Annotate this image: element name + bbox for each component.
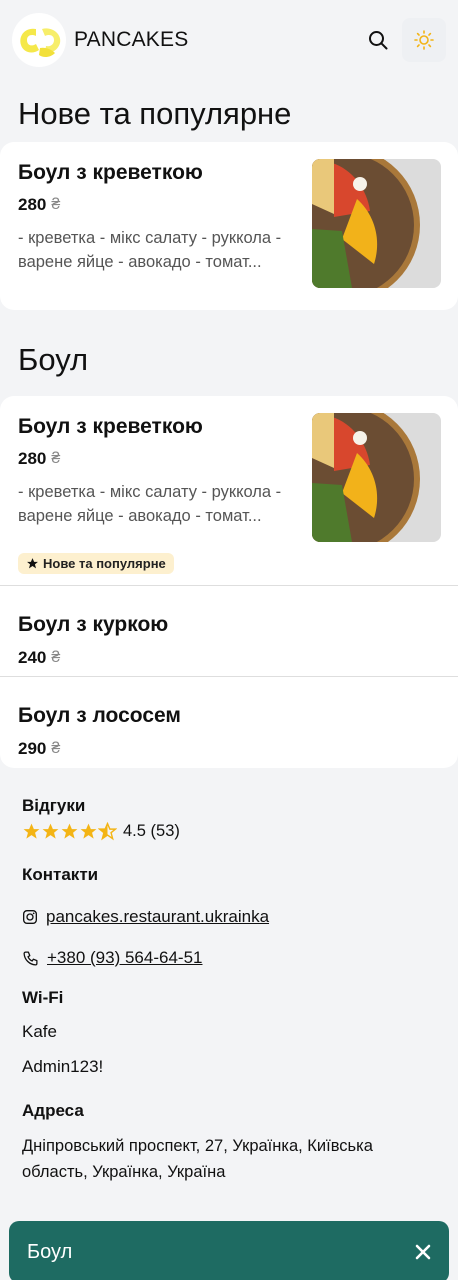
popular-badge: Нове та популярне: [18, 553, 174, 574]
header: PANCAKES: [0, 0, 458, 80]
currency-symbol: ₴: [51, 649, 61, 666]
instagram-link[interactable]: pancakes.restaurant.ukrainka: [46, 907, 269, 927]
item-name: Боул з креветкою: [18, 161, 203, 184]
rating-stars: [22, 822, 117, 841]
item-description: - креветка - мікс салату - руккола - вар…: [18, 229, 282, 271]
instagram-icon: [23, 910, 37, 924]
item-price: 290 ₴: [18, 739, 61, 758]
section-title-popular: Нове та популярне: [18, 96, 292, 131]
item-image: [312, 159, 441, 288]
category-bar-label: Боул: [27, 1240, 73, 1263]
currency-symbol: ₴: [51, 196, 61, 213]
address-text: Дніпровський проспект, 27, Українка, Киї…: [22, 1137, 373, 1181]
address-title: Адреса: [22, 1101, 84, 1120]
search-button[interactable]: [356, 18, 400, 62]
category-bar[interactable]: Боул: [9, 1221, 449, 1280]
instagram-contact: pancakes.restaurant.ukrainka: [22, 907, 436, 927]
item-price: 280 ₴: [18, 449, 61, 468]
star-icon: [61, 823, 78, 839]
star-half-icon: [98, 822, 117, 841]
list-item[interactable]: Боул з лососем 290 ₴: [0, 677, 458, 768]
phone-icon: [23, 950, 38, 966]
item-name: Боул з лососем: [18, 704, 181, 727]
wifi-name: Kafe: [22, 1022, 57, 1041]
phone-contact: +380 (93) 564-64-51: [22, 948, 436, 968]
item-price: 280 ₴: [18, 195, 61, 214]
rating-text: 4.5 (53): [123, 822, 180, 840]
section-title-bowl: Боул: [18, 342, 89, 377]
search-icon: [369, 31, 388, 50]
close-icon[interactable]: [415, 1244, 431, 1260]
list-item[interactable]: Боул з куркою 240 ₴: [0, 586, 458, 677]
bowl-menu-list: Боул з креветкою 280 ₴ - креветка - мікс …: [0, 396, 458, 768]
popular-item-card[interactable]: Боул з креветкою 280 ₴ - креветка - мікс …: [0, 142, 458, 310]
star-icon: [23, 823, 40, 839]
logo[interactable]: [12, 13, 66, 67]
brand-name: PANCAKES: [74, 28, 189, 51]
contacts-title: Контакти: [22, 865, 99, 884]
wifi-password: Admin123!: [22, 1057, 104, 1076]
rating[interactable]: 4.5 (53): [22, 822, 436, 841]
item-price: 240 ₴: [18, 648, 61, 667]
phone-link[interactable]: +380 (93) 564-64-51: [47, 948, 202, 968]
reviews-title: Відгуки: [22, 796, 86, 815]
theme-toggle-button[interactable]: [402, 18, 446, 62]
item-description: - креветка - мікс салату - руккола - вар…: [18, 483, 282, 525]
star-icon: [42, 823, 59, 839]
currency-symbol: ₴: [51, 740, 61, 757]
item-name: Боул з куркою: [18, 613, 169, 636]
star-icon: [80, 823, 97, 839]
restaurant-info: Відгуки 4.5 (53) Контакти pancakes.resta…: [0, 768, 458, 1185]
list-item[interactable]: Боул з креветкою 280 ₴ - креветка - мікс …: [0, 396, 458, 586]
item-image: [312, 413, 441, 542]
sun-icon: [414, 30, 434, 50]
item-name: Боул з креветкою: [18, 415, 203, 438]
star-icon: [27, 558, 38, 569]
wifi-title: Wi-Fi: [22, 988, 64, 1007]
currency-symbol: ₴: [51, 450, 61, 467]
